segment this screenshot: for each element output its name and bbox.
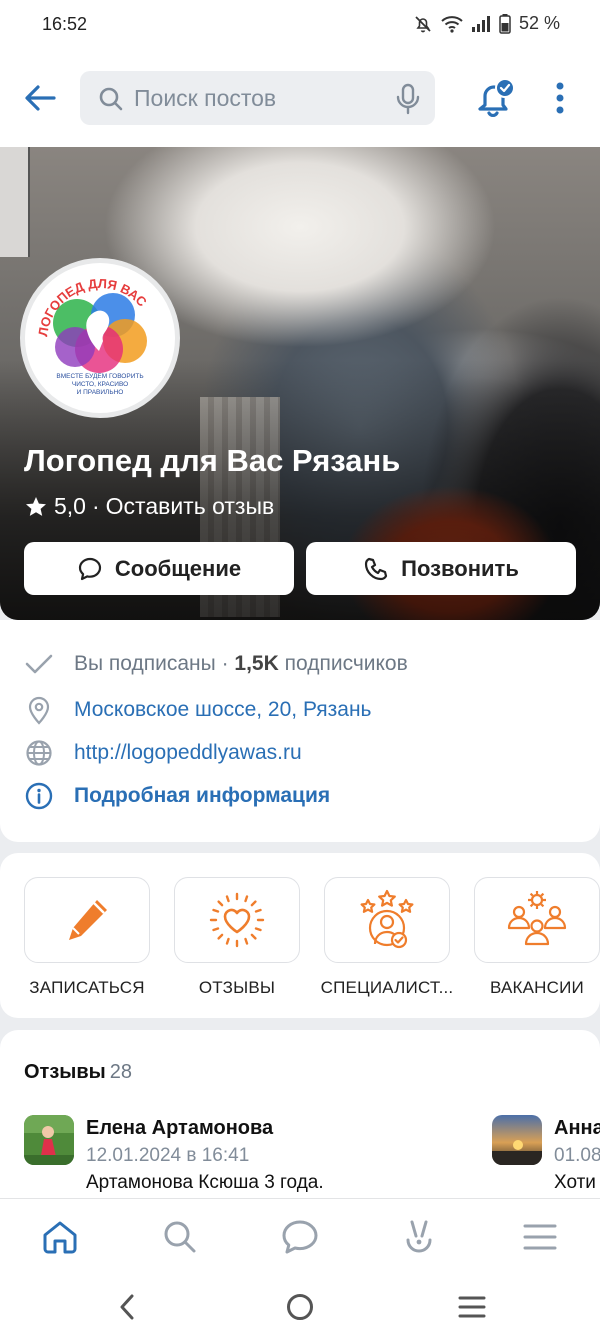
shortcut-sign-up[interactable]: ЗАПИСАТЬСЯ: [24, 877, 150, 998]
avatar[interactable]: [492, 1115, 542, 1165]
review-author[interactable]: Анна: [554, 1117, 600, 1140]
shortcut-tile[interactable]: [174, 877, 300, 963]
reviews-section: Отзывы 28 Елена Артамонова 12.01.2024 в 1…: [0, 1030, 600, 1205]
review-text: Артамонова Ксюша 3 года.: [86, 1172, 324, 1193]
clips-icon: [406, 1220, 432, 1253]
status-icons: 52 %: [413, 13, 560, 34]
logo-tagline-2: ЧИСТО, КРАСИВО: [72, 381, 128, 388]
message-button-label: Сообщение: [114, 555, 242, 581]
specialist-stars-icon: [360, 889, 414, 949]
battery-percent: 52 %: [518, 13, 560, 33]
shortcut-specialists[interactable]: СПЕЦИАЛИСТ...: [321, 877, 453, 998]
call-button-label: Позвонить: [401, 555, 519, 581]
shortcut-vacancies[interactable]: ВАКАНСИИ: [474, 877, 600, 998]
back-button[interactable]: [20, 78, 60, 118]
community-info: Вы подписаны · 1,5K подписчиков Московск…: [0, 620, 600, 842]
checkmark-icon: [24, 649, 54, 679]
team-gear-icon: [507, 891, 567, 946]
logo-tagline-1: ВМЕСТЕ БУДЕМ ГОВОРИТЬ: [56, 373, 143, 380]
microphone-icon[interactable]: [395, 83, 421, 115]
bell-icon: [478, 78, 515, 118]
tab-menu[interactable]: [520, 1217, 560, 1257]
chat-bubble-icon: [78, 557, 101, 580]
shortcut-label: СПЕЦИАЛИСТ...: [320, 978, 454, 997]
heart-icon: [209, 892, 265, 948]
message-button[interactable]: Сообщение: [24, 542, 294, 595]
chevron-left-icon: [120, 1294, 134, 1320]
home-icon: [43, 1221, 77, 1254]
circle-home-icon: [287, 1294, 313, 1320]
review-text: Хоти: [554, 1172, 596, 1193]
reviews-header[interactable]: Отзывы 28: [24, 1061, 132, 1084]
chat-bubble-icon: [282, 1220, 318, 1254]
tab-home[interactable]: [40, 1217, 80, 1257]
shortcut-reviews[interactable]: ОТЗЫВЫ: [174, 877, 300, 998]
rating-row: 5,0 · Оставить отзыв: [24, 493, 274, 520]
leave-review-link[interactable]: Оставить отзыв: [106, 493, 275, 520]
wifi-icon: [441, 15, 463, 33]
system-navigation-bar: [0, 1276, 600, 1337]
review-date: 01.08: [554, 1145, 600, 1166]
system-home-button[interactable]: [283, 1290, 317, 1324]
call-button[interactable]: Позвонить: [306, 542, 576, 595]
location-pin-icon: [24, 695, 54, 725]
reviews-title: Отзывы: [24, 1061, 106, 1083]
more-vertical-icon: [556, 82, 564, 114]
tab-messages[interactable]: [280, 1217, 320, 1257]
address-link[interactable]: Московское шоссе, 20, Рязань: [74, 698, 371, 722]
signal-icon: [471, 15, 491, 33]
shortcut-label: ВАКАНСИИ: [490, 978, 584, 997]
back-arrow-icon: [25, 85, 56, 111]
community-title: Логопед для Вас Рязань: [24, 443, 401, 478]
search-input[interactable]: [134, 81, 384, 115]
rating-value: 5,0: [54, 493, 86, 519]
community-cover: ЛОГОПЕД ДЛЯ ВАС ВМЕСТЕ БУДЕМ ГОВОРИТЬ ЧИ…: [0, 147, 600, 620]
top-bar: [0, 50, 600, 147]
shortcut-tile[interactable]: [474, 877, 600, 963]
more-button[interactable]: [548, 78, 572, 118]
search-box[interactable]: [80, 71, 435, 125]
review-card[interactable]: Елена Артамонова 12.01.2024 в 16:41 Арта…: [24, 1115, 444, 1205]
menu-icon: [523, 1224, 557, 1250]
shortcuts-panel: ЗАПИСАТЬСЯ ОТЗЫВЫ СПЕЦИАЛИСТ... ВАКАНСИИ: [0, 853, 600, 1018]
pencil-icon: [69, 900, 107, 940]
search-icon: [99, 87, 123, 111]
phone-icon: [365, 557, 388, 580]
recents-icon: [458, 1296, 486, 1318]
status-time: 16:52: [42, 14, 88, 34]
info-icon: [24, 781, 54, 811]
review-date: 12.01.2024 в 16:41: [86, 1145, 250, 1166]
system-recents-button[interactable]: [455, 1290, 489, 1324]
status-bar: 16:52 52 %: [0, 0, 600, 50]
globe-icon: [24, 738, 54, 768]
review-card[interactable]: Анна 01.08 Хоти: [492, 1115, 600, 1205]
details-link[interactable]: Подробная информация: [74, 784, 330, 808]
star-icon: [26, 496, 46, 516]
avatar[interactable]: [24, 1115, 74, 1165]
subscription-text: Вы подписаны · 1,5K подписчиков: [74, 652, 408, 675]
reviews-count: 28: [109, 1061, 132, 1083]
review-author[interactable]: Елена Артамонова: [86, 1117, 273, 1140]
notifications-button[interactable]: [472, 75, 518, 121]
logo-tagline-3: И ПРАВИЛЬНО: [77, 389, 124, 396]
search-icon: [164, 1221, 196, 1253]
shortcut-label: ЗАПИСАТЬСЯ: [29, 978, 145, 997]
bottom-tab-bar: [0, 1198, 600, 1276]
community-logo[interactable]: ЛОГОПЕД ДЛЯ ВАС ВМЕСТЕ БУДЕМ ГОВОРИТЬ ЧИ…: [20, 258, 180, 418]
shortcut-label: ОТЗЫВЫ: [198, 978, 276, 997]
shortcut-tile[interactable]: [24, 877, 150, 963]
rating-separator: ·: [91, 493, 100, 519]
system-back-button[interactable]: [110, 1290, 144, 1324]
website-link[interactable]: http://logopeddlyawas.ru: [74, 741, 302, 765]
tab-search[interactable]: [160, 1217, 200, 1257]
mute-icon: [413, 14, 433, 34]
cover-photo-detail: [0, 147, 30, 257]
tab-clips[interactable]: [399, 1217, 439, 1257]
battery-icon: [499, 13, 511, 34]
shortcut-tile[interactable]: [324, 877, 450, 963]
